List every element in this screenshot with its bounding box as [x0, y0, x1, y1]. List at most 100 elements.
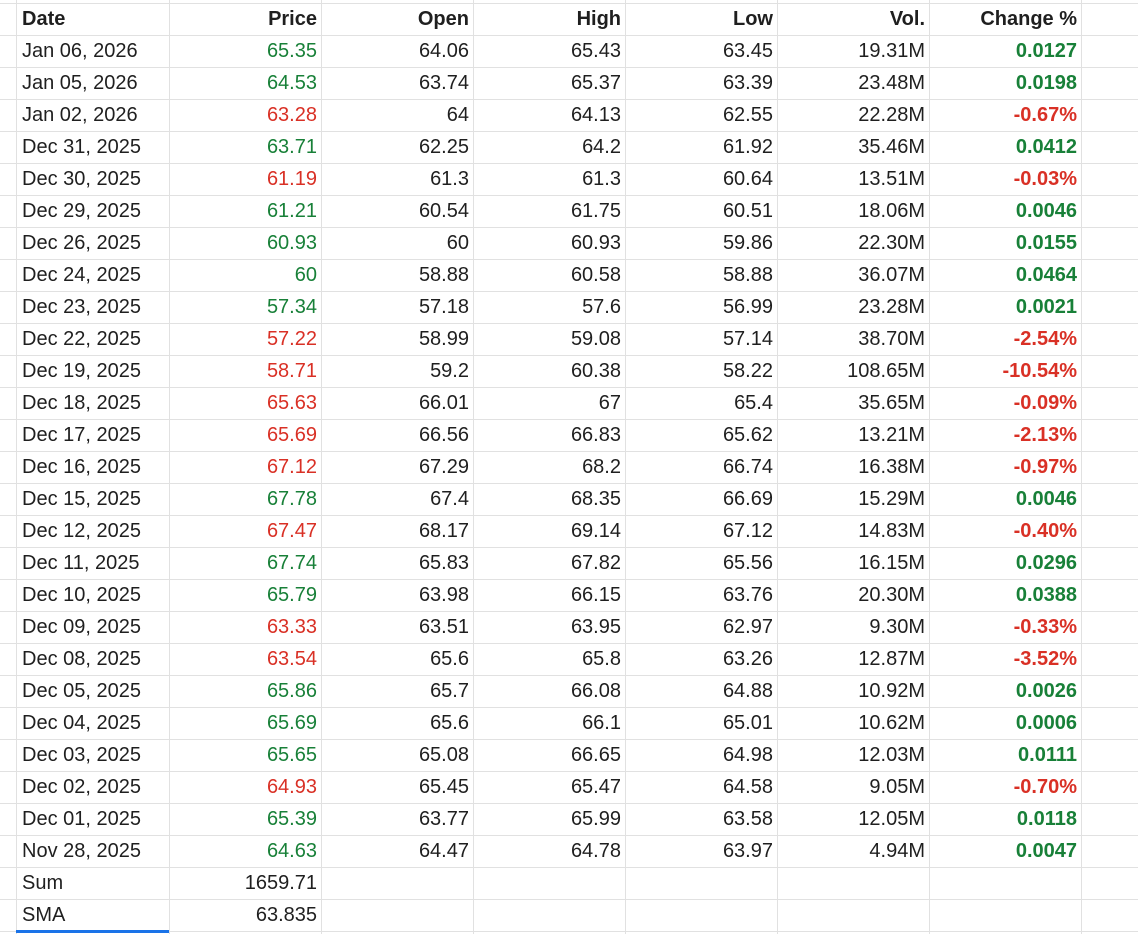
- cell-change[interactable]: -0.97%: [929, 451, 1081, 483]
- cell-change[interactable]: -3.52%: [929, 643, 1081, 675]
- cell-vol[interactable]: 4.94M: [777, 835, 929, 867]
- cell-change[interactable]: 0.0111: [929, 739, 1081, 771]
- cell-open[interactable]: 58.88: [321, 259, 473, 291]
- cell-date[interactable]: Dec 05, 2025: [16, 675, 169, 707]
- cell-vol[interactable]: 12.05M: [777, 803, 929, 835]
- header-cell-vol[interactable]: Vol.: [777, 3, 929, 35]
- cell-change[interactable]: 0.0046: [929, 483, 1081, 515]
- cell-date[interactable]: Dec 08, 2025: [16, 643, 169, 675]
- cell-open[interactable]: 65.6: [321, 643, 473, 675]
- cell-change[interactable]: -0.67%: [929, 99, 1081, 131]
- cell-open[interactable]: 59.2: [321, 355, 473, 387]
- cell-high[interactable]: 68.2: [473, 451, 625, 483]
- cell-open[interactable]: 64.47: [321, 835, 473, 867]
- cell-change[interactable]: 0.0296: [929, 547, 1081, 579]
- cell-vol[interactable]: 38.70M: [777, 323, 929, 355]
- cell-price[interactable]: 65.86: [169, 675, 321, 707]
- cell-vol[interactable]: 12.87M: [777, 643, 929, 675]
- cell-vol[interactable]: 35.65M: [777, 387, 929, 419]
- cell-date[interactable]: Dec 16, 2025: [16, 451, 169, 483]
- cell-open[interactable]: 63.74: [321, 67, 473, 99]
- cell-date[interactable]: Dec 26, 2025: [16, 227, 169, 259]
- cell-date[interactable]: Dec 15, 2025: [16, 483, 169, 515]
- cell-date[interactable]: Dec 12, 2025: [16, 515, 169, 547]
- cell-open[interactable]: 68.17: [321, 515, 473, 547]
- header-cell-high[interactable]: High: [473, 3, 625, 35]
- cell-change[interactable]: -0.03%: [929, 163, 1081, 195]
- cell-change[interactable]: 0.0021: [929, 291, 1081, 323]
- cell-vol[interactable]: 35.46M: [777, 131, 929, 163]
- cell-price[interactable]: 63.54: [169, 643, 321, 675]
- cell-high[interactable]: 61.75: [473, 195, 625, 227]
- cell-date[interactable]: Dec 01, 2025: [16, 803, 169, 835]
- cell-price[interactable]: 65.39: [169, 803, 321, 835]
- cell-vol[interactable]: 13.21M: [777, 419, 929, 451]
- cell-change[interactable]: 0.0118: [929, 803, 1081, 835]
- cell-vol[interactable]: 10.62M: [777, 707, 929, 739]
- cell-low[interactable]: 66.74: [625, 451, 777, 483]
- cell-low[interactable]: 63.26: [625, 643, 777, 675]
- cell-high[interactable]: 59.08: [473, 323, 625, 355]
- cell-price[interactable]: 67.78: [169, 483, 321, 515]
- cell-date[interactable]: Dec 30, 2025: [16, 163, 169, 195]
- cell-low[interactable]: 65.62: [625, 419, 777, 451]
- cell-low[interactable]: 56.99: [625, 291, 777, 323]
- cell-date[interactable]: Jan 02, 2026: [16, 99, 169, 131]
- cell-price[interactable]: 65.65: [169, 739, 321, 771]
- cell-vol[interactable]: 10.92M: [777, 675, 929, 707]
- cell-vol[interactable]: 20.30M: [777, 579, 929, 611]
- cell-low[interactable]: 66.69: [625, 483, 777, 515]
- cell-open[interactable]: 65.7: [321, 675, 473, 707]
- cell-high[interactable]: 65.47: [473, 771, 625, 803]
- cell-open[interactable]: 60.54: [321, 195, 473, 227]
- cell-price[interactable]: 63.33: [169, 611, 321, 643]
- cell-vol[interactable]: 16.15M: [777, 547, 929, 579]
- cell-date[interactable]: Dec 11, 2025: [16, 547, 169, 579]
- cell-high[interactable]: 66.65: [473, 739, 625, 771]
- cell-price[interactable]: 60: [169, 259, 321, 291]
- cell-low[interactable]: 65.56: [625, 547, 777, 579]
- cell-open[interactable]: 65.45: [321, 771, 473, 803]
- cell-change[interactable]: -0.09%: [929, 387, 1081, 419]
- cell-high[interactable]: 69.14: [473, 515, 625, 547]
- cell-date[interactable]: Dec 19, 2025: [16, 355, 169, 387]
- cell-vol[interactable]: 22.28M: [777, 99, 929, 131]
- cell-open[interactable]: 64.06: [321, 35, 473, 67]
- cell-low[interactable]: 63.97: [625, 835, 777, 867]
- cell-change[interactable]: 0.0046: [929, 195, 1081, 227]
- cell-high[interactable]: 65.8: [473, 643, 625, 675]
- cell-open[interactable]: 62.25: [321, 131, 473, 163]
- cell-open[interactable]: 63.98: [321, 579, 473, 611]
- cell-low[interactable]: 65.4: [625, 387, 777, 419]
- cell-vol[interactable]: 15.29M: [777, 483, 929, 515]
- cell-high[interactable]: 60.38: [473, 355, 625, 387]
- cell-vol[interactable]: 36.07M: [777, 259, 929, 291]
- cell-low[interactable]: 60.64: [625, 163, 777, 195]
- cell-change[interactable]: -0.70%: [929, 771, 1081, 803]
- cell-price[interactable]: 64.63: [169, 835, 321, 867]
- cell-high[interactable]: 57.6: [473, 291, 625, 323]
- cell-date[interactable]: Jan 05, 2026: [16, 67, 169, 99]
- cell-price[interactable]: 57.22: [169, 323, 321, 355]
- cell-open[interactable]: 58.99: [321, 323, 473, 355]
- cell-vol[interactable]: 14.83M: [777, 515, 929, 547]
- cell-vol[interactable]: 19.31M: [777, 35, 929, 67]
- cell-price[interactable]: 58.71: [169, 355, 321, 387]
- cell-price[interactable]: 63.71: [169, 131, 321, 163]
- header-cell-open[interactable]: Open: [321, 3, 473, 35]
- cell-high[interactable]: 66.83: [473, 419, 625, 451]
- cell-high[interactable]: 64.2: [473, 131, 625, 163]
- cell-price[interactable]: 64.93: [169, 771, 321, 803]
- cell-open[interactable]: 61.3: [321, 163, 473, 195]
- cell-low[interactable]: 58.22: [625, 355, 777, 387]
- cell-change[interactable]: 0.0026: [929, 675, 1081, 707]
- cell-high[interactable]: 65.37: [473, 67, 625, 99]
- cell-open[interactable]: 66.01: [321, 387, 473, 419]
- cell-open[interactable]: 57.18: [321, 291, 473, 323]
- cell-vol[interactable]: 16.38M: [777, 451, 929, 483]
- cell-high[interactable]: 61.3: [473, 163, 625, 195]
- cell-open[interactable]: 65.83: [321, 547, 473, 579]
- cell-high[interactable]: 67: [473, 387, 625, 419]
- cell-vol[interactable]: 9.30M: [777, 611, 929, 643]
- cell-date[interactable]: Dec 18, 2025: [16, 387, 169, 419]
